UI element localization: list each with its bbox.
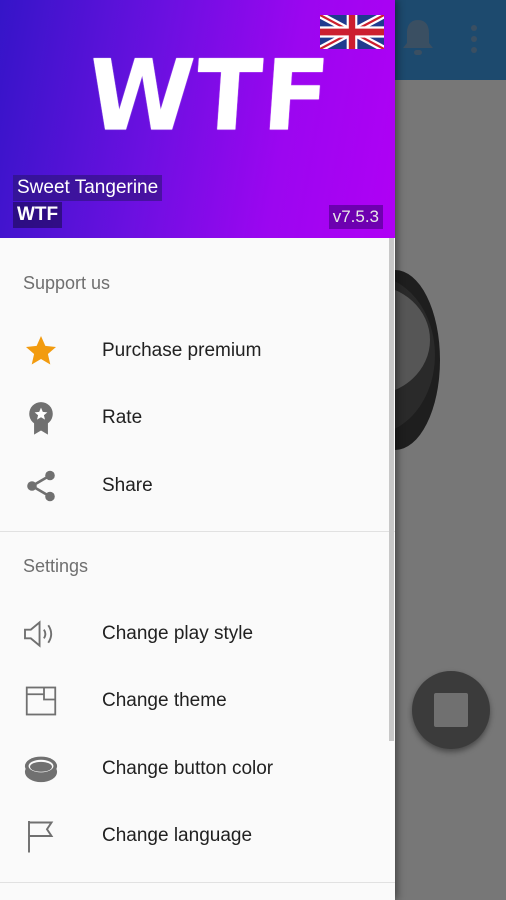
drawer-scrollbar[interactable]: [389, 238, 394, 741]
section-title-settings: Settings: [23, 556, 89, 576]
star-icon: [22, 332, 60, 370]
navigation-drawer: WTF Sweet Tangerine WTF v7.5.3 Support u…: [0, 0, 395, 900]
menu-item-label: Change theme: [102, 690, 227, 711]
menu-item-label: Change language: [102, 825, 253, 846]
menu-item-label: Rate: [102, 407, 143, 428]
share-icon: [22, 467, 60, 505]
app-logo: WTF: [84, 38, 335, 154]
menu-item-label: Change play style: [102, 623, 254, 644]
stop-button[interactable]: [412, 671, 490, 749]
menu-item-share[interactable]: Share: [0, 453, 395, 519]
menu-item-rate[interactable]: Rate: [0, 385, 395, 451]
speaker-icon: [22, 615, 60, 653]
section-title-support: Support us: [23, 273, 111, 293]
menu-item-label: Purchase premium: [102, 340, 262, 361]
drawer-header: WTF Sweet Tangerine WTF v7.5.3: [0, 0, 395, 238]
award-badge-icon: [22, 399, 60, 437]
menu-item-label: Change button color: [102, 758, 274, 779]
section-divider: [0, 531, 395, 532]
menu-item-change-theme[interactable]: Change theme: [0, 668, 395, 734]
menu-item-label: Share: [102, 475, 153, 496]
version-badge: v7.5.3: [328, 205, 383, 229]
menu-item-change-language[interactable]: Change language: [0, 803, 395, 869]
menu-item-purchase-premium[interactable]: Purchase premium: [0, 318, 395, 384]
overflow-menu-icon[interactable]: [464, 22, 484, 56]
theme-icon: [22, 682, 60, 720]
uk-flag-icon[interactable]: [320, 15, 384, 49]
profile-subtitle: WTF: [13, 202, 63, 228]
bell-icon[interactable]: [398, 16, 438, 60]
profile-name: Sweet Tangerine: [13, 175, 163, 201]
section-divider: [0, 882, 395, 883]
stop-icon: [434, 693, 468, 727]
flag-icon: [22, 817, 60, 855]
menu-item-change-play-style[interactable]: Change play style: [0, 601, 395, 667]
button-color-icon: [22, 750, 60, 788]
menu-item-change-button-color[interactable]: Change button color: [0, 736, 395, 802]
